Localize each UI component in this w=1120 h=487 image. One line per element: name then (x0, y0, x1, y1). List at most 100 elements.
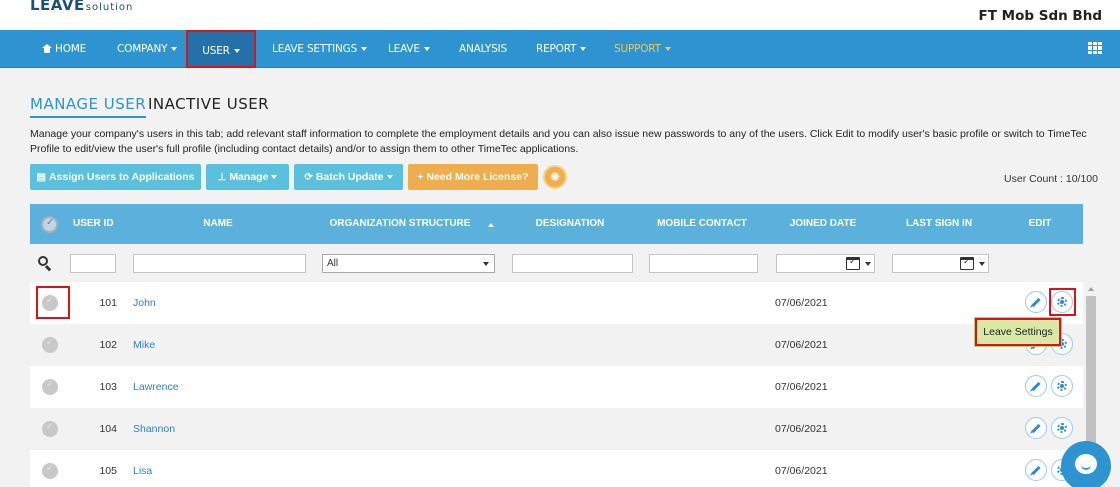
lightbulb-icon[interactable]: ✺ (543, 165, 567, 189)
filter-row: All (30, 244, 1083, 282)
table-row: 102 Mike 07/06/2021 (30, 324, 1083, 366)
nav-company-label: COMPANY (117, 43, 168, 55)
batch-update-button[interactable]: ⟳ Batch Update (294, 164, 403, 190)
assign-users-button[interactable]: ▤ Assign Users to Applications (30, 164, 201, 190)
edit-button[interactable] (1025, 417, 1047, 439)
chevron-down-icon (271, 175, 278, 179)
sitemap-icon: ⊥ (217, 172, 227, 183)
nav-company[interactable]: COMPANY (117, 30, 178, 68)
nav-support[interactable]: SUPPORT (614, 30, 671, 68)
logo-sub: solution (85, 2, 134, 13)
chevron-down-icon (423, 47, 430, 51)
nav-leave-settings[interactable]: LEAVE SETTINGS (272, 30, 368, 68)
chat-button[interactable] (1061, 441, 1111, 487)
nav-analysis[interactable]: ANALYSIS (459, 30, 507, 68)
user-id-cell: 104 (99, 423, 117, 435)
col-name[interactable]: NAME (148, 204, 288, 244)
row-checkbox[interactable] (42, 379, 58, 395)
user-count: User Count : 10/100 (1004, 173, 1098, 185)
row-checkbox[interactable] (42, 463, 58, 479)
nav-leave[interactable]: LEAVE (388, 30, 430, 68)
gear-icon (1057, 423, 1067, 433)
nav-user[interactable]: USER (186, 30, 256, 68)
edit-button[interactable] (1025, 291, 1047, 313)
select-all-checkbox[interactable] (41, 216, 58, 233)
col-last-sign-in[interactable]: LAST SIGN IN (891, 204, 987, 244)
name-filter[interactable] (133, 254, 306, 273)
user-name-link[interactable]: Shannon (133, 408, 175, 450)
pencil-icon (1031, 423, 1041, 434)
col-designation[interactable]: DESIGNATION (510, 204, 630, 244)
nav-support-label: SUPPORT (614, 43, 661, 55)
table-row: 104 Shannon 07/06/2021 (30, 408, 1083, 450)
pencil-icon (1031, 465, 1041, 476)
user-name-link[interactable]: John (133, 282, 156, 324)
logo-main: LEAVE (30, 0, 85, 14)
chat-icon (1075, 454, 1097, 474)
joined-date-cell: 07/06/2021 (775, 339, 828, 351)
joined-date-cell: 07/06/2021 (775, 297, 828, 309)
col-mobile-contact[interactable]: MOBILE CONTACT (642, 204, 762, 244)
scroll-up-icon[interactable] (1088, 287, 1094, 291)
designation-filter[interactable] (512, 254, 633, 273)
col-user-id[interactable]: USER ID (73, 204, 114, 244)
main-nav: HOME COMPANY USER LEAVE SETTINGS LEAVE A… (0, 30, 1120, 68)
refresh-icon: ⟳ (304, 172, 313, 183)
grid-menu-icon[interactable] (1088, 42, 1102, 54)
chevron-down-icon (171, 47, 178, 51)
col-org-structure[interactable]: ORGANIZATION STRUCTURE (320, 204, 480, 244)
org-structure-filter[interactable]: All (322, 254, 495, 273)
user-name-link[interactable]: Lawrence (133, 366, 179, 408)
edit-button[interactable] (1025, 459, 1047, 481)
table-row: 101 John 07/06/2021 (30, 282, 1083, 324)
user-id-cell: 102 (99, 339, 117, 351)
row-checkbox[interactable] (42, 295, 58, 311)
chevron-down-icon (664, 47, 671, 51)
col-joined-date[interactable]: JOINED DATE (775, 204, 871, 244)
edit-button[interactable] (1025, 375, 1047, 397)
row-checkbox[interactable] (42, 337, 58, 353)
company-name: FT Mob Sdn Bhd (978, 8, 1102, 24)
col-edit: EDIT (1028, 218, 1052, 229)
batch-update-label: Batch Update (315, 171, 384, 183)
chevron-down-icon (483, 262, 489, 266)
nav-home[interactable]: HOME (42, 30, 86, 68)
assign-users-label: Assign Users to Applications (48, 171, 195, 183)
chevron-down-icon (386, 175, 393, 179)
nav-leave-label: LEAVE (388, 43, 420, 55)
mobile-contact-filter[interactable] (649, 254, 758, 273)
user-name-link[interactable]: Lisa (133, 450, 152, 487)
need-more-license-label: Need More License? (426, 171, 529, 183)
last-sign-in-filter[interactable] (892, 254, 989, 273)
joined-date-filter[interactable] (776, 254, 875, 273)
user-id-filter[interactable] (70, 254, 116, 273)
need-more-license-button[interactable]: + Need More License? (408, 164, 538, 190)
tab-inactive-user[interactable]: INACTIVE USER (148, 95, 269, 113)
users-icon: ▤ (36, 172, 46, 183)
nav-report[interactable]: REPORT (536, 30, 587, 68)
user-name-link[interactable]: Mike (133, 324, 155, 366)
leave-settings-tooltip: Leave Settings (974, 317, 1062, 347)
gear-icon (1057, 297, 1067, 307)
leave-settings-button[interactable] (1051, 291, 1073, 313)
sort-asc-icon[interactable] (488, 223, 494, 227)
calendar-icon (960, 256, 974, 270)
pencil-icon (1031, 381, 1041, 392)
nav-analysis-label: ANALYSIS (459, 43, 507, 55)
calendar-icon (846, 256, 860, 270)
org-structure-filter-value: All (327, 258, 339, 269)
nav-home-label: HOME (55, 43, 87, 55)
table-row: 105 Lisa 07/06/2021 (30, 450, 1083, 487)
leave-settings-button[interactable] (1051, 417, 1073, 439)
nav-user-label: USER (202, 45, 230, 57)
user-id-cell: 105 (99, 465, 117, 477)
leave-settings-button[interactable] (1051, 375, 1073, 397)
tab-manage-user[interactable]: MANAGE USER (30, 95, 147, 118)
manage-button[interactable]: ⊥ Manage (206, 164, 289, 190)
chevron-down-icon (580, 47, 587, 51)
search-icon[interactable] (38, 256, 52, 270)
app-logo[interactable]: LEAVEsolution (30, 0, 133, 14)
row-checkbox[interactable] (42, 421, 58, 437)
user-id-cell: 101 (99, 297, 117, 309)
page-description: Manage your company's users in this tab;… (30, 128, 1087, 155)
